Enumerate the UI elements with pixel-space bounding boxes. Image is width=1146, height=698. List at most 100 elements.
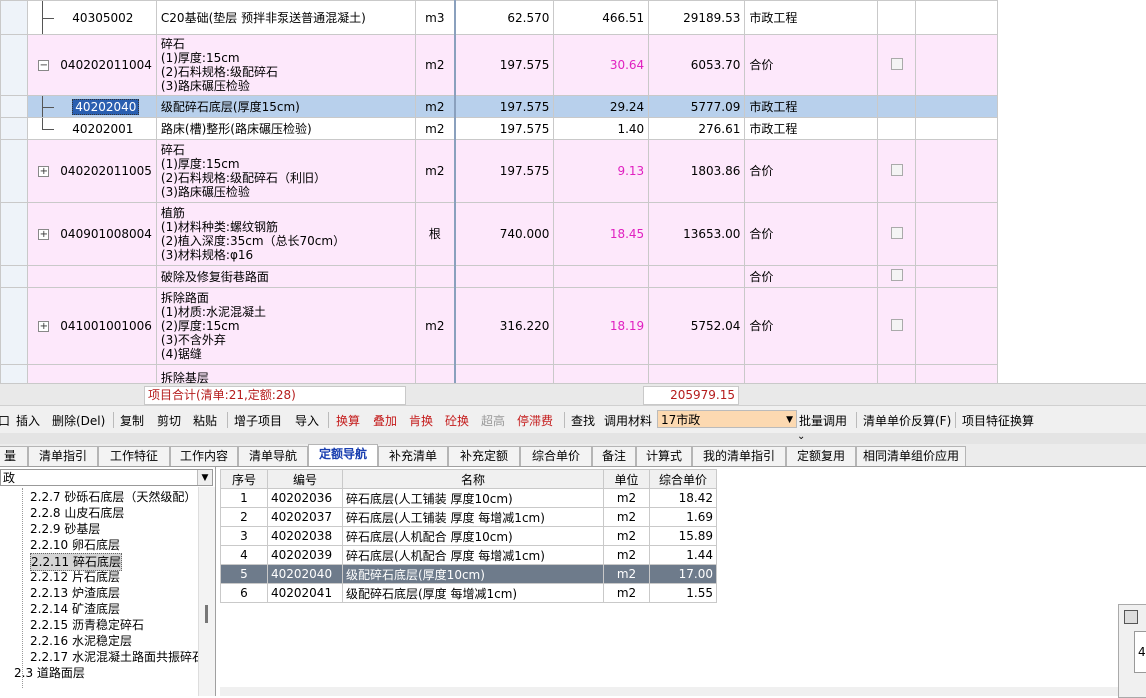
total-cell[interactable]: 5752.04 (648, 287, 746, 365)
row-header-cell[interactable] (0, 34, 29, 96)
quantity-cell[interactable] (454, 364, 555, 383)
bill-row[interactable]: +041001001006 拆除路面 (1)材质:水泥混凝土 (2)厚度:15cm (3… (0, 287, 998, 365)
quantity-cell[interactable]: 316.220 (454, 287, 555, 365)
unit-price-cell[interactable]: 18.19 (553, 287, 650, 365)
panel-splitter[interactable]: ⌄ (0, 431, 1146, 444)
checkbox-cell[interactable] (877, 265, 916, 288)
column-header[interactable]: 名称 (342, 469, 604, 489)
checkbox-cell[interactable] (877, 117, 916, 140)
quantity-cell[interactable]: 197.575 (454, 34, 555, 96)
note-cell[interactable]: 市政工程 (744, 117, 879, 140)
code-cell[interactable]: 40202040 (267, 564, 343, 584)
concrete-replace-button[interactable]: 砼换 (445, 412, 469, 429)
description-cell[interactable]: 级配碎石底层(厚度15cm) (155, 95, 416, 118)
tree-node[interactable]: 2.2.7 砂砾石底层（天然级配） (30, 489, 196, 505)
extra-cell[interactable] (914, 364, 998, 383)
tab-6[interactable]: 补充清单 (378, 446, 448, 466)
extra-cell[interactable] (914, 34, 998, 96)
unit-cell[interactable]: m2 (414, 139, 456, 203)
quantity-cell[interactable]: 197.575 (454, 117, 555, 140)
extra-cell[interactable] (914, 117, 998, 140)
column-header[interactable]: 综合单价 (649, 469, 717, 489)
tab-5[interactable]: 定额导航 (308, 444, 378, 466)
price-cell[interactable]: 1.55 (649, 583, 717, 603)
code-text[interactable]: 40202040 (72, 98, 140, 115)
name-cell[interactable]: 碎石底层(人机配合 厚度10cm) (342, 526, 604, 546)
price-cell[interactable]: 1.69 (649, 507, 717, 527)
note-cell[interactable] (744, 364, 879, 383)
column-header[interactable]: 序号 (220, 469, 268, 489)
row-header-cell[interactable] (0, 117, 29, 140)
tab-11[interactable]: 我的清单指引 (692, 446, 786, 466)
quantity-cell[interactable]: 197.575 (454, 95, 555, 118)
checkbox-cell[interactable] (877, 139, 916, 203)
quota-list-row[interactable]: 2 40202037 碎石底层(人工铺装 厚度 每增减1cm) m2 1.69 (220, 507, 717, 527)
unit-cell[interactable]: m2 (603, 545, 650, 565)
tree-scrollbar[interactable] (198, 487, 215, 696)
checkbox-cell[interactable] (877, 202, 916, 266)
quota-row[interactable]: 40202040 级配碎石底层(厚度15cm) m2 197.575 29.24 5777… (0, 95, 998, 118)
insert-button[interactable]: 插入 (16, 412, 40, 429)
unit-cell[interactable]: m2 (603, 507, 650, 527)
row-header-cell[interactable] (0, 0, 29, 35)
tab-2[interactable]: 工作特征 (98, 446, 170, 466)
tab-7[interactable]: 补充定额 (448, 446, 520, 466)
checkbox[interactable] (890, 226, 903, 239)
checkbox-cell[interactable] (877, 34, 916, 96)
quota-row[interactable]: 40305002 C20基础(垫层 预拌非泵送普通混凝土) m3 62.570 466.… (0, 0, 998, 35)
expand-icon[interactable]: + (38, 229, 50, 240)
code-cell[interactable] (27, 364, 157, 383)
row-header-cell[interactable] (0, 364, 29, 383)
unit-price-cell[interactable]: 18.45 (553, 202, 650, 266)
description-cell[interactable]: C20基础(垫层 预拌非泵送普通混凝土) (155, 0, 416, 35)
total-cell[interactable]: 5777.09 (648, 95, 746, 118)
checkbox[interactable] (890, 269, 903, 281)
total-cell[interactable] (648, 265, 746, 288)
unit-price-cell[interactable]: 29.24 (553, 95, 650, 118)
expand-icon[interactable]: + (38, 166, 50, 177)
import-button[interactable]: 导入 (295, 412, 319, 429)
unit-cell[interactable] (414, 364, 456, 383)
code-cell[interactable]: 40202040 (27, 95, 157, 118)
name-cell[interactable]: 碎石底层(人机配合 厚度 每增减1cm) (342, 545, 604, 565)
checkbox[interactable] (890, 163, 903, 176)
feature-conversion-button[interactable]: 项目特征换算 (962, 412, 1034, 429)
tree-filter-select[interactable]: 政 ▼ (0, 469, 213, 486)
seq-cell[interactable]: 3 (220, 526, 268, 546)
unit-cell[interactable]: 根 (414, 202, 456, 266)
bill-row[interactable]: +040202011005 碎石 (1)厚度:15cm (2)石料规格:级配碎石（利旧… (0, 139, 998, 203)
unit-price-cell[interactable] (553, 364, 650, 383)
floating-input[interactable]: 4 (1134, 631, 1146, 673)
name-cell[interactable]: 级配碎石底层(厚度 每增减1cm) (342, 583, 604, 603)
unit-price-cell[interactable]: 30.64 (553, 34, 650, 96)
stall-fee-button[interactable]: 停滞费 (517, 412, 553, 429)
note-cell[interactable]: 合价 (744, 139, 879, 203)
tree-node[interactable]: 2.2.15 沥青稳定碎石 (30, 617, 144, 633)
seq-cell[interactable]: 5 (220, 564, 268, 584)
code-cell[interactable]: 40305002 (27, 0, 157, 35)
quantity-cell[interactable]: 740.000 (454, 202, 555, 266)
unit-cell[interactable]: m2 (414, 34, 456, 96)
code-cell[interactable]: +040901008004 (27, 202, 157, 266)
convert-button[interactable]: 换算 (336, 412, 360, 429)
tab-4[interactable]: 清单导航 (238, 446, 308, 466)
tree-node[interactable]: 2.2.13 炉渣底层 (30, 585, 120, 601)
price-cell[interactable]: 1.44 (649, 545, 717, 565)
tab-3[interactable]: 工作内容 (170, 446, 238, 466)
add-subitem-button[interactable]: 增子项目 (234, 412, 282, 429)
floating-panel[interactable]: 4 (1118, 604, 1146, 698)
tree-node[interactable]: 2.2.14 矿渣底层 (30, 601, 120, 617)
unit-cell[interactable]: m2 (414, 95, 456, 118)
price-cell[interactable]: 17.00 (649, 564, 717, 584)
description-cell[interactable]: 路床(槽)整形(路床碾压检验) (155, 117, 416, 140)
chevron-down-icon[interactable]: ⌄ (797, 431, 805, 442)
unit-cell[interactable] (414, 265, 456, 288)
description-cell[interactable]: 拆除基层(1)材质:水泥混凝土 (155, 364, 416, 383)
quantity-cell[interactable] (454, 265, 555, 288)
reverse-calc-button[interactable]: 清单单价反算(F) (863, 412, 951, 429)
column-header[interactable]: 单位 (603, 469, 650, 489)
unit-cell[interactable]: m2 (414, 117, 456, 140)
total-cell[interactable]: 276.61 (648, 117, 746, 140)
row-header-cell[interactable] (0, 139, 29, 203)
note-cell[interactable]: 合价 (744, 287, 879, 365)
